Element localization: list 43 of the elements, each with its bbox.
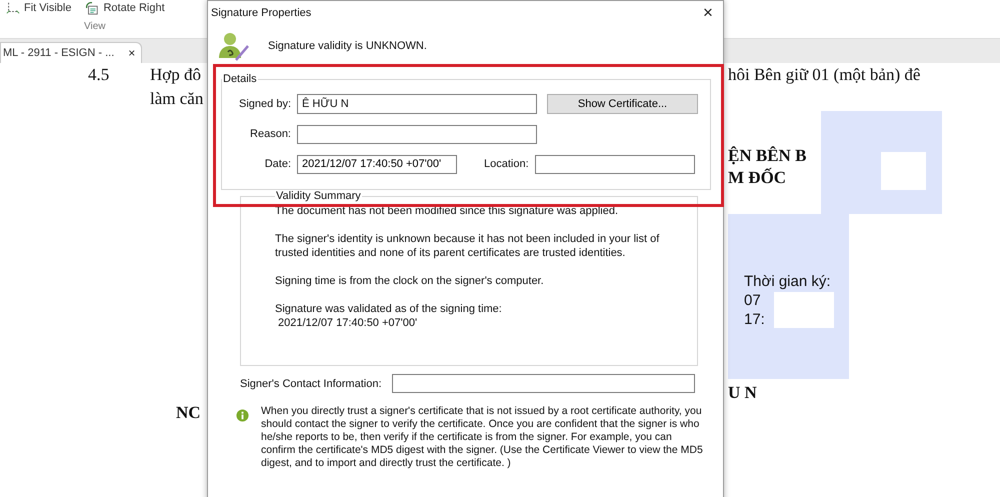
summary-text: Signing time is from the clock on the signer's computer. — [275, 274, 545, 288]
document-tab-title: ML - 2911 - ESIGN - ... — [3, 47, 114, 59]
toolbar-button[interactable]: Rotate Right — [85, 0, 165, 14]
field-label: Signed by: — [238, 98, 291, 110]
location-field[interactable] — [535, 154, 695, 174]
group-legend: Details — [222, 73, 258, 85]
summary-text: Signature was validated as of the signing time: — [275, 302, 503, 316]
dialog-title: Signature Properties — [211, 7, 312, 19]
show-certificate-button[interactable]: Show Certificate... — [547, 94, 698, 114]
signed-by-field[interactable]: Ê HỮU N — [297, 94, 537, 114]
stamp-text: 17: — [744, 310, 766, 329]
info-icon — [236, 409, 249, 422]
summary-text: The signer's identity is unknown because it has not been included in your list of trusted identities and none of its parent certificates are trusted identities. — [275, 232, 660, 260]
document-text: U N — [728, 383, 758, 403]
stamp-text: 07 — [744, 291, 762, 310]
validity-status: Signature validity is UNKNOWN. — [268, 40, 427, 52]
close-button[interactable]: × — [693, 3, 723, 23]
signer-question-icon — [218, 30, 250, 62]
contact-info-field[interactable] — [392, 374, 695, 393]
redaction-block — [774, 292, 834, 328]
field-label: Signer's Contact Information: — [240, 378, 382, 390]
summary-text: 2021/12/07 17:40:50 +07'00' — [277, 316, 418, 330]
toolbar-button[interactable]: Fit Visible — [6, 0, 72, 14]
toolbar-group-label: View — [84, 21, 106, 32]
document-text: hôi Bên giữ 01 (một bản) đê — [728, 64, 922, 86]
stamp-text: Thời gian ký: — [744, 272, 831, 291]
tab-close-button[interactable]: × — [128, 46, 136, 60]
info-text: When you directly trust a signer's certificate that is not issued by a root certificate authority, you should contact the signer to verify the certificate. Once you are confident that the signer is who he/she reports to be, then verify if the certificate is from the signer. For example, you can confirm the certificate's MD5 digest with the signer. (Use the Certificate Viewer to view the MD5 digest, and to import and directly trust the certificate. ) — [261, 405, 703, 470]
fit-visible-icon — [6, 0, 20, 14]
field-label: Date: — [264, 158, 291, 170]
document-text: NC — [175, 403, 202, 423]
date-field[interactable]: 2021/12/07 17:40:50 +07'00' — [297, 154, 457, 174]
document-heading: M ĐỐC — [728, 167, 788, 189]
field-label: Location: — [484, 158, 530, 170]
document-text: Hợp đô — [150, 65, 202, 85]
clause-number: 4.5 — [87, 65, 110, 85]
document-text: làm căn — [150, 89, 204, 109]
field-label: Reason: — [249, 128, 291, 140]
group-legend: Validity Summary — [275, 190, 362, 202]
reason-field[interactable] — [297, 124, 537, 144]
document-tab[interactable]: ML - 2911 - ESIGN - ... × — [0, 42, 142, 63]
redaction-block — [881, 152, 926, 190]
document-heading: ỆN BÊN B — [728, 145, 806, 167]
